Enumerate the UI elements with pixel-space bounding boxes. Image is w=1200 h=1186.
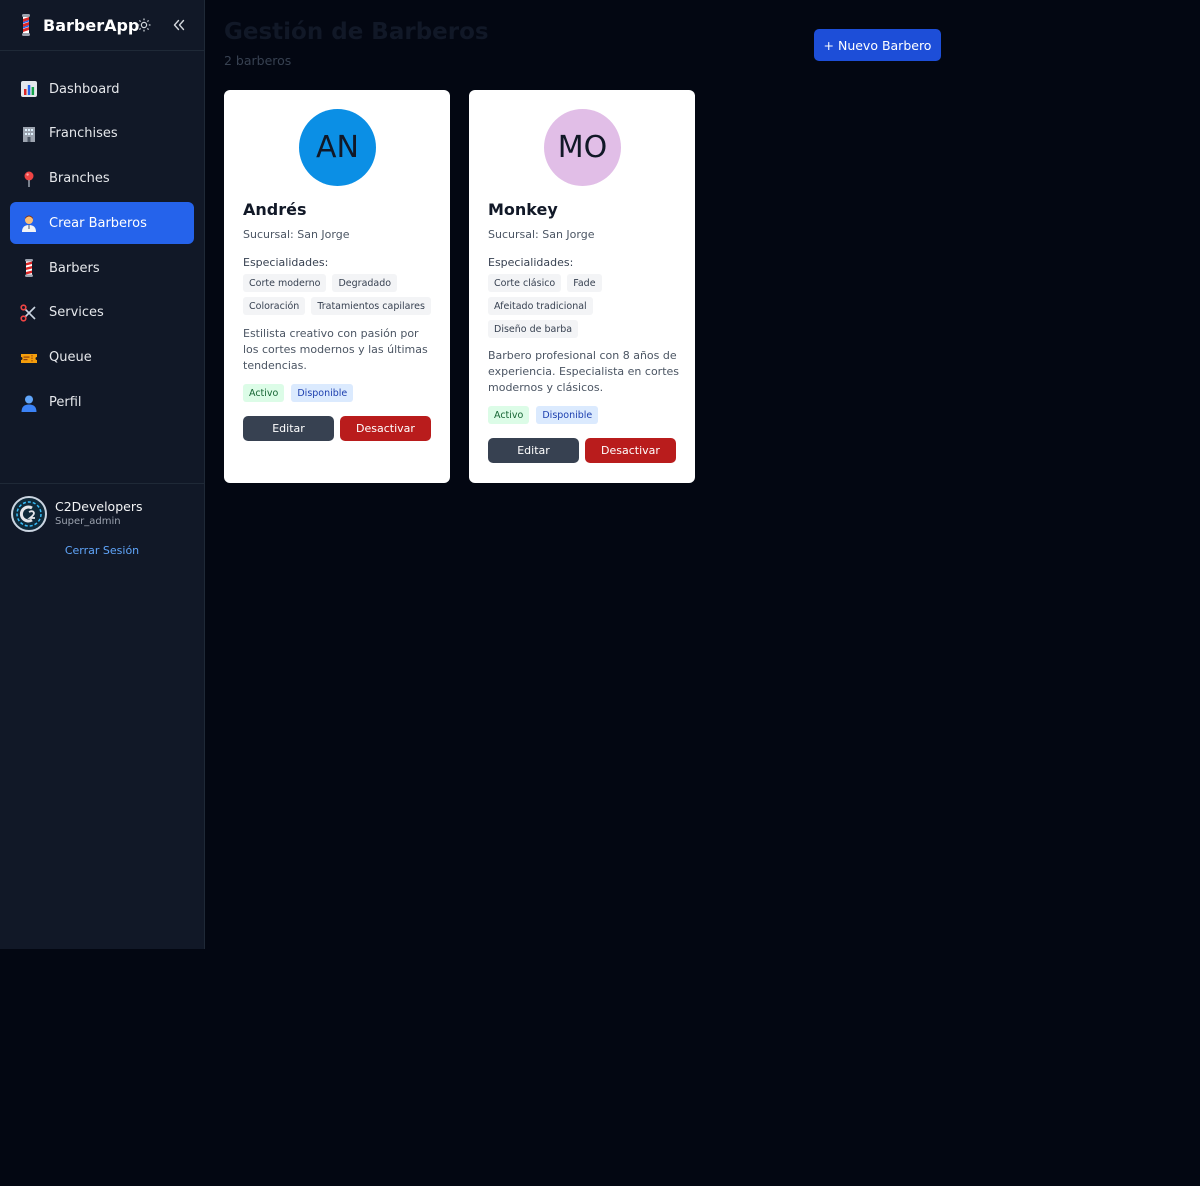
specialty-tag: Tratamientos capilares bbox=[311, 297, 431, 315]
sun-icon[interactable] bbox=[135, 16, 153, 34]
sidebar-item-queue[interactable]: Queue bbox=[10, 337, 194, 379]
availability-badge: Disponible bbox=[291, 384, 354, 402]
sidebar-item-dashboard[interactable]: Dashboard bbox=[10, 68, 194, 110]
sidebar-nav: Dashboard Franchises Branches Crear Barb… bbox=[0, 51, 204, 484]
specialties-label: Especialidades: bbox=[488, 256, 574, 269]
edit-button[interactable]: Editar bbox=[488, 438, 579, 463]
barber-card: AN Andrés Sucursal: San Jorge Especialid… bbox=[224, 90, 450, 483]
avatar: MO bbox=[544, 109, 621, 186]
status-badges: Activo Disponible bbox=[488, 406, 599, 424]
barber-branch: Sucursal: San Jorge bbox=[243, 228, 350, 241]
edit-button[interactable]: Editar bbox=[243, 416, 334, 441]
sidebar-item-branches[interactable]: Branches bbox=[10, 158, 194, 200]
sidebar-item-label: Dashboard bbox=[49, 81, 120, 97]
specialty-tag: Corte moderno bbox=[243, 274, 327, 292]
sidebar-item-crear-barberos[interactable]: Crear Barberos bbox=[10, 202, 194, 245]
specialty-tags: Corte clásico Fade Afeitado tradicional … bbox=[488, 274, 684, 338]
specialties-label: Especialidades: bbox=[243, 256, 329, 269]
availability-badge: Disponible bbox=[536, 406, 599, 424]
barber-pole-icon bbox=[20, 259, 38, 278]
office-building-icon bbox=[20, 125, 38, 143]
new-barber-button[interactable]: + Nuevo Barbero bbox=[814, 29, 941, 61]
barber-person-icon bbox=[20, 214, 38, 233]
deactivate-button[interactable]: Desactivar bbox=[340, 416, 431, 441]
barber-description: Estilista creativo con pasión por los co… bbox=[243, 327, 428, 372]
avatar bbox=[11, 496, 47, 532]
avatar: AN bbox=[299, 109, 376, 186]
barber-description: Barbero profesional con 8 años de experi… bbox=[488, 349, 680, 394]
specialty-tag: Corte clásico bbox=[488, 274, 562, 292]
sidebar-item-label: Queue bbox=[49, 350, 92, 366]
page-title: Gestión de Barberos bbox=[224, 19, 489, 45]
sidebar-item-barbers[interactable]: Barbers bbox=[10, 247, 194, 289]
sidebar: BarberApp Dashboard Franchises Branches … bbox=[0, 0, 205, 949]
specialty-tag: Afeitado tradicional bbox=[488, 297, 593, 315]
logout-link[interactable]: Cerrar Sesión bbox=[0, 544, 204, 557]
scissors-icon bbox=[20, 304, 38, 322]
sidebar-item-services[interactable]: Services bbox=[10, 292, 194, 334]
status-badge: Activo bbox=[488, 406, 530, 424]
bar-chart-icon bbox=[20, 80, 38, 98]
sidebar-item-franchises[interactable]: Franchises bbox=[10, 113, 194, 155]
barber-branch: Sucursal: San Jorge bbox=[488, 228, 595, 241]
deactivate-button[interactable]: Desactivar bbox=[585, 438, 676, 463]
sidebar-item-label: Barbers bbox=[49, 260, 100, 276]
user-name: C2Developers bbox=[55, 499, 143, 514]
specialty-tag: Fade bbox=[567, 274, 602, 292]
barber-name: Monkey bbox=[488, 200, 558, 219]
page-subtitle: 2 barberos bbox=[224, 53, 292, 68]
chevrons-left-icon[interactable] bbox=[170, 16, 188, 34]
status-badges: Activo Disponible bbox=[243, 384, 354, 402]
specialty-tags: Corte moderno Degradado Coloración Trata… bbox=[243, 274, 439, 315]
user-icon bbox=[20, 394, 38, 412]
user-role: Super_admin bbox=[55, 516, 121, 527]
app-title: BarberApp bbox=[43, 15, 140, 35]
specialty-tag: Degradado bbox=[332, 274, 398, 292]
sidebar-item-label: Franchises bbox=[49, 126, 118, 142]
sidebar-item-label: Crear Barberos bbox=[49, 215, 147, 231]
brand-header: BarberApp bbox=[0, 0, 204, 51]
status-badge: Activo bbox=[243, 384, 285, 402]
sidebar-item-label: Branches bbox=[49, 171, 110, 187]
barber-card: MO Monkey Sucursal: San Jorge Especialid… bbox=[469, 90, 695, 483]
user-profile: C2Developers Super_admin Cerrar Sesión bbox=[0, 484, 204, 574]
barber-name: Andrés bbox=[243, 200, 307, 219]
specialty-tag: Diseño de barba bbox=[488, 320, 579, 338]
ticket-icon bbox=[20, 349, 38, 367]
barber-pole-icon bbox=[18, 14, 34, 36]
sidebar-item-label: Perfil bbox=[49, 395, 82, 411]
sidebar-item-perfil[interactable]: Perfil bbox=[10, 382, 194, 424]
sidebar-item-label: Services bbox=[49, 305, 104, 321]
map-pin-icon bbox=[20, 170, 38, 188]
specialty-tag: Coloración bbox=[243, 297, 306, 315]
